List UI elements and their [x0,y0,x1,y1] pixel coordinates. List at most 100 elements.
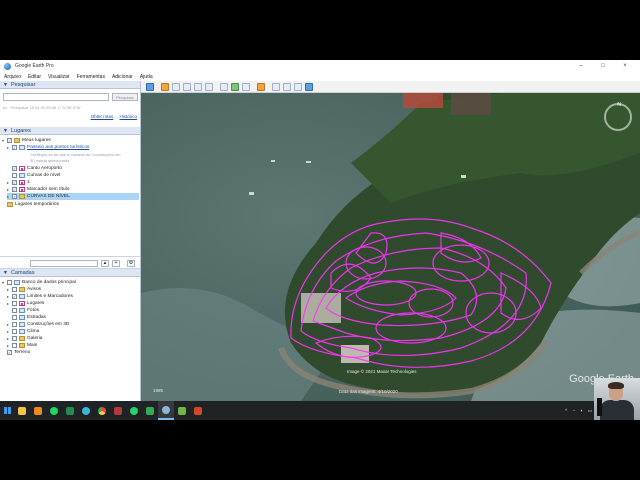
path-tool-icon[interactable] [183,82,191,91]
menu-bar: Arquivo Editar Visualizar Ferramentas Ad… [0,72,640,81]
tree-item-passeio[interactable]: ▸ ✓ Passeio aos pontos turísticos [7,144,89,151]
checkbox[interactable] [12,287,17,292]
layer-item[interactable]: ▾ Banco de dados principal [2,279,76,286]
tree-item-curvas-de-nivel[interactable]: Curvas de nível [7,172,60,179]
notification-icon[interactable]: ▭ [588,408,592,414]
edge-icon[interactable] [78,401,94,420]
places-panel-header[interactable]: ▼ Lugares [0,127,140,135]
layers-panel-header[interactable]: ▼ Camadas [0,269,140,277]
minimize-button[interactable]: – [570,63,592,69]
layer-item[interactable]: ▸ Lugares [7,300,44,307]
checkbox[interactable]: ✓ [12,180,17,185]
chrome-icon[interactable] [94,401,110,420]
checkbox[interactable]: ✓ [7,350,12,355]
polygon-tool-icon[interactable] [172,82,180,91]
checkbox[interactable]: ✓ [12,187,17,192]
checkbox[interactable] [12,308,17,313]
road-icon [19,315,25,320]
qgis-icon[interactable] [174,401,190,420]
layer-item[interactable]: ▸ Construções em 3D [7,321,69,328]
checkbox[interactable] [12,322,17,327]
tree-item-meus-lugares[interactable]: ▾ ✓ Meus lugares [2,137,51,144]
record-tour-icon[interactable] [205,82,213,91]
placemark-tool-icon[interactable] [161,82,169,91]
checkbox[interactable] [12,336,17,341]
tray-chevron-icon[interactable]: ^ [565,408,567,413]
tree-item-curvas-selected[interactable]: ▸ ✓ CURVAS DE NÍVEL [7,193,139,200]
map-view[interactable]: N 1985 Image © 2021 Maxar Technologies D… [141,93,640,401]
overlay-tool-icon[interactable] [194,82,202,91]
checkbox[interactable]: ✓ [7,138,12,143]
earth-toolbar [141,81,640,93]
layer-item[interactable]: ▸ Avisos [7,286,41,293]
file-explorer-icon[interactable] [14,401,30,420]
checkbox[interactable]: ✓ [12,294,17,299]
search-button[interactable]: Pesquisar [112,93,138,101]
collapse-triangle-icon[interactable]: ▼ [3,270,8,276]
windows-logo-icon [3,407,11,414]
history-clock-icon[interactable] [220,82,228,91]
checkbox[interactable] [12,329,17,334]
places-toolbar: ▴ + ⚙ [0,257,140,269]
get-directions-link[interactable]: Obter rotas [91,114,114,119]
layer-item[interactable]: Estradas [7,314,46,321]
layer-item[interactable]: ✓ Terreno [2,349,30,356]
save-image-icon[interactable] [294,82,302,91]
checkbox[interactable] [7,280,12,285]
menu-arquivo[interactable]: Arquivo [4,74,21,80]
places-filter-input[interactable] [30,260,98,267]
checkbox[interactable] [12,173,17,178]
ruler-icon[interactable] [257,82,265,91]
checkbox[interactable] [12,343,17,348]
borders-icon [19,294,25,299]
powerpoint-icon[interactable] [190,401,206,420]
network-icon[interactable]: ◔ [572,408,575,413]
vlc-icon[interactable] [30,401,46,420]
historical-year-label: 1985 [153,388,164,393]
print-icon[interactable] [283,82,291,91]
layer-item[interactable]: ▸ Mais [7,342,37,349]
google-maps-icon[interactable] [305,82,313,91]
checkbox[interactable]: ✓ [12,194,17,199]
tree-item-canto-aeroporto[interactable]: ✓ Canto Aeroporto [7,165,62,172]
checkbox[interactable] [12,301,17,306]
tree-item-marcador[interactable]: ▸ ✓ Marcador sem título [7,186,69,193]
sunlight-icon[interactable] [231,82,239,91]
maximize-button[interactable]: □ [592,63,614,69]
checkbox[interactable]: ✓ [12,166,17,171]
layer-item[interactable]: ▸ Galeria [7,335,42,342]
google-earth-taskbar-icon[interactable] [158,401,174,420]
close-button[interactable]: × [614,63,636,69]
sheets-icon[interactable] [62,401,78,420]
media-player-icon[interactable] [110,401,126,420]
volume-icon[interactable]: ◖ [580,408,583,413]
add-icon[interactable]: + [112,260,120,267]
search-panel-header[interactable]: ▼ Pesquisar [0,81,140,89]
checkbox[interactable] [12,315,17,320]
tree-item-lugares-temporarios[interactable]: Lugares temporários [2,201,59,208]
menu-editar[interactable]: Editar [28,74,41,80]
layer-item[interactable]: Fotos [7,307,39,314]
email-icon[interactable] [272,82,280,91]
history-link[interactable]: Histórico [119,114,137,119]
spotify-icon[interactable] [46,401,62,420]
collapse-triangle-icon[interactable]: ▼ [3,128,8,134]
camtasia-icon[interactable] [142,401,158,420]
sidebar-toggle-icon[interactable] [146,82,154,91]
layer-item[interactable]: ▸ Clima [7,328,39,335]
move-up-icon[interactable]: ▴ [101,260,109,267]
checkbox[interactable]: ✓ [12,145,17,150]
placemark-icon [19,187,25,192]
menu-visualizar[interactable]: Visualizar [48,74,70,80]
tree-item-1[interactable]: ▸ ✓ 1 [7,179,30,186]
whatsapp-icon[interactable] [126,401,142,420]
settings-icon[interactable]: ⚙ [127,260,135,267]
menu-ferramentas[interactable]: Ferramentas [77,74,105,80]
layer-item[interactable]: ▸ ✓ Limites e Marcadores [7,293,73,300]
start-button[interactable] [0,401,14,420]
collapse-triangle-icon[interactable]: ▼ [3,82,8,88]
planets-icon[interactable] [242,82,250,91]
search-input[interactable] [3,93,109,101]
menu-ajuda[interactable]: Ajuda [140,74,153,80]
menu-adicionar[interactable]: Adicionar [112,74,133,80]
